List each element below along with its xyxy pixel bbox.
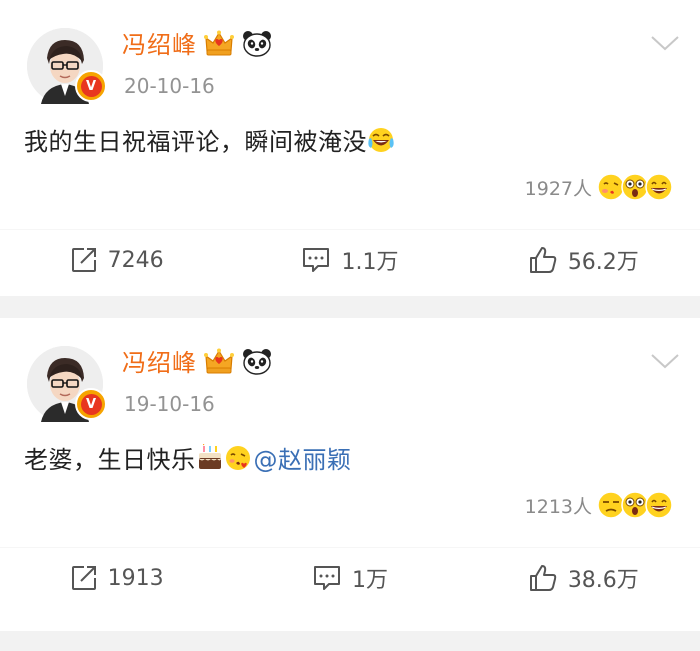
mention-link[interactable]: @赵丽颖	[254, 440, 352, 475]
thumbs-up-icon	[529, 247, 557, 273]
comment-button[interactable]: 1万	[233, 562, 466, 594]
post-text: 老婆，生日快乐	[24, 446, 196, 474]
crown-badge-icon[interactable]	[203, 29, 235, 57]
crown-badge-icon[interactable]	[203, 347, 235, 375]
like-button[interactable]: 56.2万	[467, 244, 700, 276]
post-content: 我的生日祝福评论，瞬间被淹没	[24, 122, 395, 157]
avatar[interactable]: V	[27, 346, 107, 422]
avatar[interactable]: V	[27, 28, 107, 104]
grin-emoji-icon	[645, 173, 673, 201]
grin-emoji-icon	[645, 491, 673, 519]
repost-button[interactable]: 7246	[0, 246, 233, 274]
reaction-summary[interactable]: 1927人	[525, 172, 674, 202]
repost-icon	[71, 566, 96, 590]
comment-icon	[303, 248, 330, 272]
divider	[0, 229, 700, 230]
repost-count: 7246	[107, 247, 164, 273]
thumbs-up-icon	[529, 565, 557, 591]
verified-v-icon: V	[75, 388, 107, 420]
panda-badge-icon[interactable]	[241, 29, 273, 57]
like-count: 56.2万	[567, 250, 639, 275]
author-name[interactable]: 冯绍峰	[122, 343, 197, 378]
reaction-summary[interactable]: 1213人	[525, 490, 674, 520]
post-date: 20-10-16	[124, 74, 215, 98]
like-button[interactable]: 38.6万	[467, 562, 700, 594]
chevron-down-icon[interactable]	[650, 34, 680, 52]
comment-count: 1万	[351, 568, 388, 593]
repost-icon	[71, 248, 96, 272]
laugh-cry-emoji-icon	[368, 127, 394, 152]
repost-button[interactable]: 1913	[0, 564, 233, 592]
reaction-count: 1927人	[524, 177, 592, 200]
like-count: 38.6万	[567, 568, 639, 593]
action-bar: 1913 1万 38.6万	[0, 556, 700, 600]
repost-count: 1913	[107, 565, 164, 591]
weibo-post: V 冯绍峰 19-10-16 老婆，生日快乐 @赵丽颖 1213人 1913 1…	[0, 318, 700, 631]
panda-badge-icon[interactable]	[241, 347, 273, 375]
weibo-post: V 冯绍峰 20-10-16 我的生日祝福评论，瞬间被淹没 1927人 7246…	[0, 0, 700, 296]
comment-count: 1.1万	[341, 250, 399, 275]
blow-kiss-emoji-icon	[225, 445, 250, 470]
divider	[0, 547, 700, 548]
post-text: 我的生日祝福评论，瞬间被淹没	[24, 128, 367, 156]
post-date: 19-10-16	[124, 392, 215, 416]
chevron-down-icon[interactable]	[650, 352, 680, 370]
verified-v-icon: V	[75, 70, 107, 102]
post-content: 老婆，生日快乐 @赵丽颖	[24, 440, 352, 475]
comment-icon	[313, 566, 340, 590]
cake-emoji-icon	[198, 443, 221, 469]
reaction-count: 1213人	[524, 495, 592, 518]
author-name[interactable]: 冯绍峰	[122, 25, 197, 60]
comment-button[interactable]: 1.1万	[233, 244, 466, 276]
action-bar: 7246 1.1万 56.2万	[0, 238, 700, 282]
